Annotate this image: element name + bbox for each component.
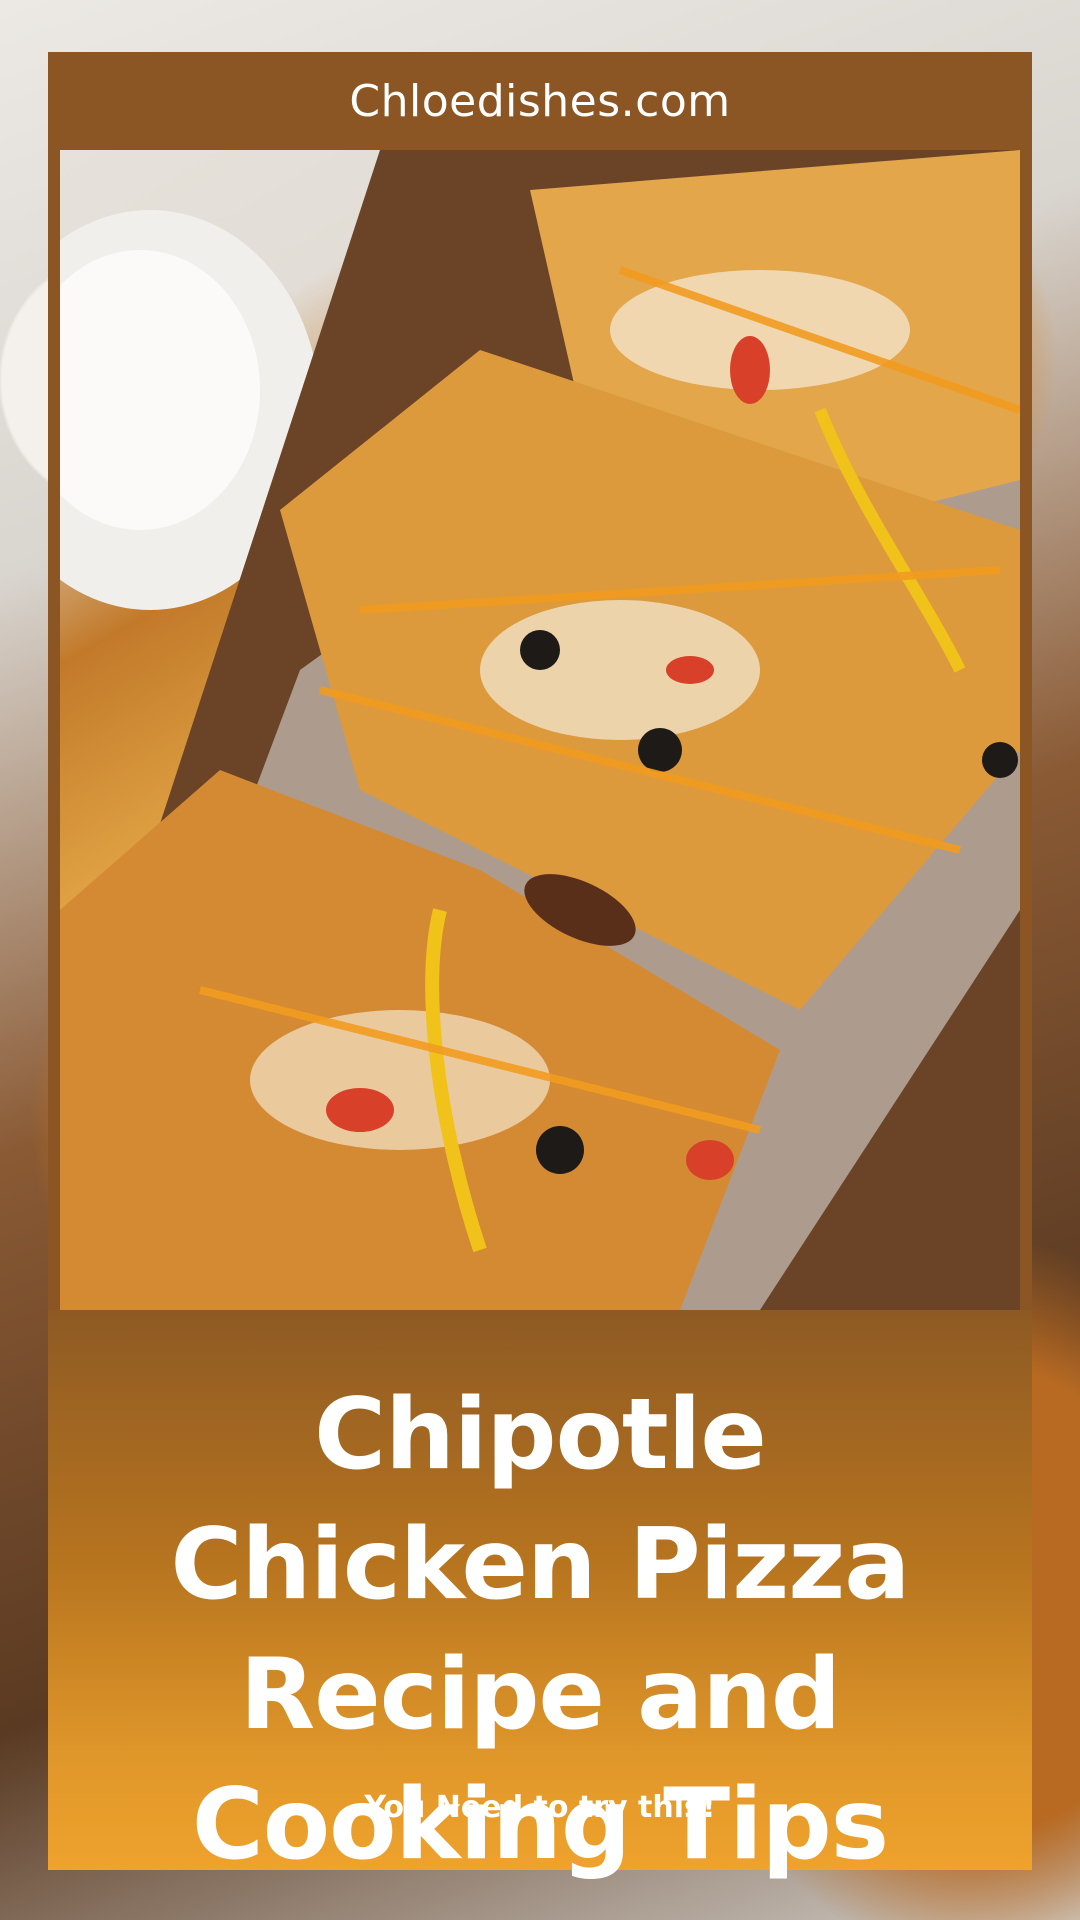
site-name[interactable]: Chloedishes.com (349, 76, 730, 127)
site-header: Chloedishes.com (48, 52, 1032, 150)
title-panel: Chipotle Chicken Pizza Recipe and Cookin… (48, 1310, 1032, 1882)
tagline: You Need to try this! (364, 1790, 716, 1825)
pin-card: Chloedishes.com Chipotle Chicken Pizza R… (48, 52, 1032, 1882)
pizza-photo-illustration (60, 150, 1020, 1310)
hero-photo[interactable] (60, 150, 1020, 1310)
